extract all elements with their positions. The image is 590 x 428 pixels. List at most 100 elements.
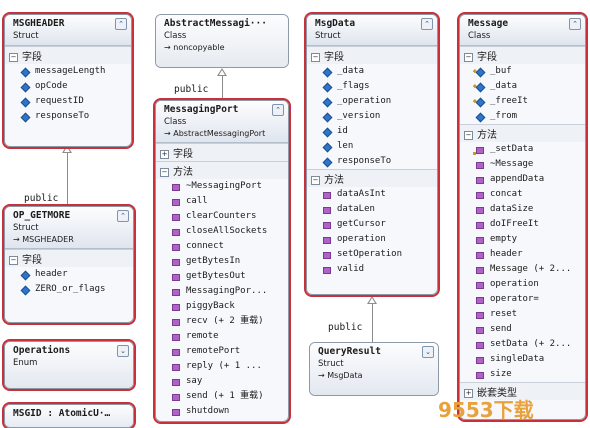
- field-row[interactable]: messageLength: [5, 64, 131, 79]
- queryresult-header: QueryResult Struct → MsgData ⌄: [310, 343, 438, 395]
- method-row[interactable]: header: [460, 247, 585, 262]
- method-icon: [172, 334, 180, 341]
- opgetmore-box[interactable]: OP_GETMORE Struct → MSGHEADER ⌃ − 字段 head…: [2, 204, 136, 325]
- expand-icon[interactable]: ⌄: [117, 345, 129, 357]
- method-row[interactable]: send (+ 1 重载): [156, 389, 288, 404]
- method-row[interactable]: MessagingPor...: [156, 284, 288, 299]
- method-row[interactable]: doIFreeIt: [460, 217, 585, 232]
- field-row[interactable]: _data: [307, 64, 437, 79]
- field-row[interactable]: _flags: [307, 79, 437, 94]
- message-methods-section[interactable]: − 方法: [460, 124, 585, 142]
- method-row[interactable]: getCursor: [307, 217, 437, 232]
- collapse-section-icon[interactable]: −: [311, 53, 320, 62]
- collapse-section-icon[interactable]: −: [464, 53, 473, 62]
- field-row[interactable]: _freeIt: [460, 94, 585, 109]
- method-row[interactable]: recv (+ 2 重载): [156, 314, 288, 329]
- collapse-icon[interactable]: ⌃: [272, 104, 284, 116]
- method-row[interactable]: call: [156, 194, 288, 209]
- method-row[interactable]: size: [460, 367, 585, 382]
- method-name: getBytesOut: [186, 271, 246, 281]
- field-row[interactable]: _data: [460, 79, 585, 94]
- method-row[interactable]: ~Message: [460, 157, 585, 172]
- field-row[interactable]: responseTo: [5, 109, 131, 124]
- method-row[interactable]: setOperation: [307, 247, 437, 262]
- field-icon: [475, 97, 486, 108]
- method-row[interactable]: send: [460, 322, 585, 337]
- method-row[interactable]: piggyBack: [156, 299, 288, 314]
- method-row[interactable]: Message (+ 2...: [460, 262, 585, 277]
- method-icon: [476, 327, 484, 334]
- method-row[interactable]: setData (+ 2...: [460, 337, 585, 352]
- field-row[interactable]: responseTo: [307, 154, 437, 169]
- field-name: id: [337, 126, 348, 136]
- field-icon: [20, 82, 31, 93]
- msgid-box[interactable]: MSGID : AtomicU···: [2, 402, 136, 428]
- field-row[interactable]: id: [307, 124, 437, 139]
- method-row[interactable]: connect: [156, 239, 288, 254]
- method-row[interactable]: ~MessagingPort: [156, 179, 288, 194]
- message-box[interactable]: Message Class ⌃ − 字段 _buf _data _freeIt _fro…: [457, 12, 588, 422]
- field-row[interactable]: opCode: [5, 79, 131, 94]
- method-row[interactable]: shutdown: [156, 404, 288, 419]
- field-row[interactable]: header: [5, 267, 133, 282]
- msgheader-fields-section[interactable]: − 字段: [5, 46, 131, 64]
- field-row[interactable]: _buf: [460, 64, 585, 79]
- field-row[interactable]: _version: [307, 109, 437, 124]
- messagingport-header: MessagingPort Class → AbstractMessagingP…: [156, 101, 288, 143]
- method-row[interactable]: say: [156, 374, 288, 389]
- field-row[interactable]: requestID: [5, 94, 131, 109]
- collapse-section-icon[interactable]: −: [160, 168, 169, 177]
- msgdata-methods-section[interactable]: − 方法: [307, 169, 437, 187]
- method-row[interactable]: remote: [156, 329, 288, 344]
- collapse-icon[interactable]: ⌃: [421, 18, 433, 30]
- expand-icon[interactable]: ⌄: [422, 346, 434, 358]
- field-row[interactable]: _from: [460, 109, 585, 124]
- collapse-icon[interactable]: ⌃: [117, 210, 129, 222]
- method-row[interactable]: operator=: [460, 292, 585, 307]
- method-row[interactable]: appendData: [460, 172, 585, 187]
- expand-section-icon[interactable]: +: [160, 150, 169, 159]
- method-row[interactable]: valid: [307, 262, 437, 277]
- field-row[interactable]: _operation: [307, 94, 437, 109]
- field-row[interactable]: len: [307, 139, 437, 154]
- method-row[interactable]: getBytesIn: [156, 254, 288, 269]
- method-row[interactable]: singleData: [460, 352, 585, 367]
- method-row[interactable]: operation: [460, 277, 585, 292]
- method-row[interactable]: reset: [460, 307, 585, 322]
- opgetmore-fields-section[interactable]: − 字段: [5, 249, 133, 267]
- field-row[interactable]: ZERO_or_flags: [5, 282, 133, 297]
- collapse-section-icon[interactable]: −: [9, 53, 18, 62]
- method-row[interactable]: empty: [460, 232, 585, 247]
- msgheader-box[interactable]: MSGHEADER Struct ⌃ − 字段 messageLength opCo…: [2, 12, 134, 149]
- operations-box[interactable]: Operations Enum ⌄: [2, 339, 136, 391]
- field-icon: [20, 270, 31, 281]
- messagingport-methods-section[interactable]: − 方法: [156, 161, 288, 179]
- msgdata-box[interactable]: MsgData Struct ⌃ − 字段 _data _flags _operati…: [304, 12, 440, 297]
- method-row[interactable]: _setData: [460, 142, 585, 157]
- messagingport-box[interactable]: MessagingPort Class → AbstractMessagingP…: [153, 98, 291, 424]
- method-row[interactable]: dataSize: [460, 202, 585, 217]
- method-row[interactable]: reply (+ 1 ...: [156, 359, 288, 374]
- collapse-icon[interactable]: ⌃: [569, 18, 581, 30]
- msgdata-fields-section[interactable]: − 字段: [307, 46, 437, 64]
- method-row[interactable]: closeAllSockets: [156, 224, 288, 239]
- abstract-box[interactable]: AbstractMessagi··· Class → noncopyable: [155, 14, 289, 68]
- message-fields-section[interactable]: − 字段: [460, 46, 585, 64]
- queryresult-box[interactable]: QueryResult Struct → MsgData ⌄: [309, 342, 439, 396]
- method-row[interactable]: dataLen: [307, 202, 437, 217]
- method-row[interactable]: remotePort: [156, 344, 288, 359]
- method-row[interactable]: concat: [460, 187, 585, 202]
- method-row[interactable]: getBytesOut: [156, 269, 288, 284]
- collapse-section-icon[interactable]: −: [311, 176, 320, 185]
- collapse-section-icon[interactable]: −: [464, 131, 473, 140]
- method-row[interactable]: clearCounters: [156, 209, 288, 224]
- messagingport-title: MessagingPort: [164, 104, 239, 115]
- method-row[interactable]: dataAsInt: [307, 187, 437, 202]
- method-name: _setData: [490, 144, 534, 154]
- msgid-header: MSGID : AtomicU···: [5, 405, 133, 427]
- collapse-icon[interactable]: ⌃: [115, 18, 127, 30]
- field-icon: [322, 127, 333, 138]
- collapse-section-icon[interactable]: −: [9, 256, 18, 265]
- method-row[interactable]: operation: [307, 232, 437, 247]
- messagingport-fields-section[interactable]: + 字段: [156, 143, 288, 161]
